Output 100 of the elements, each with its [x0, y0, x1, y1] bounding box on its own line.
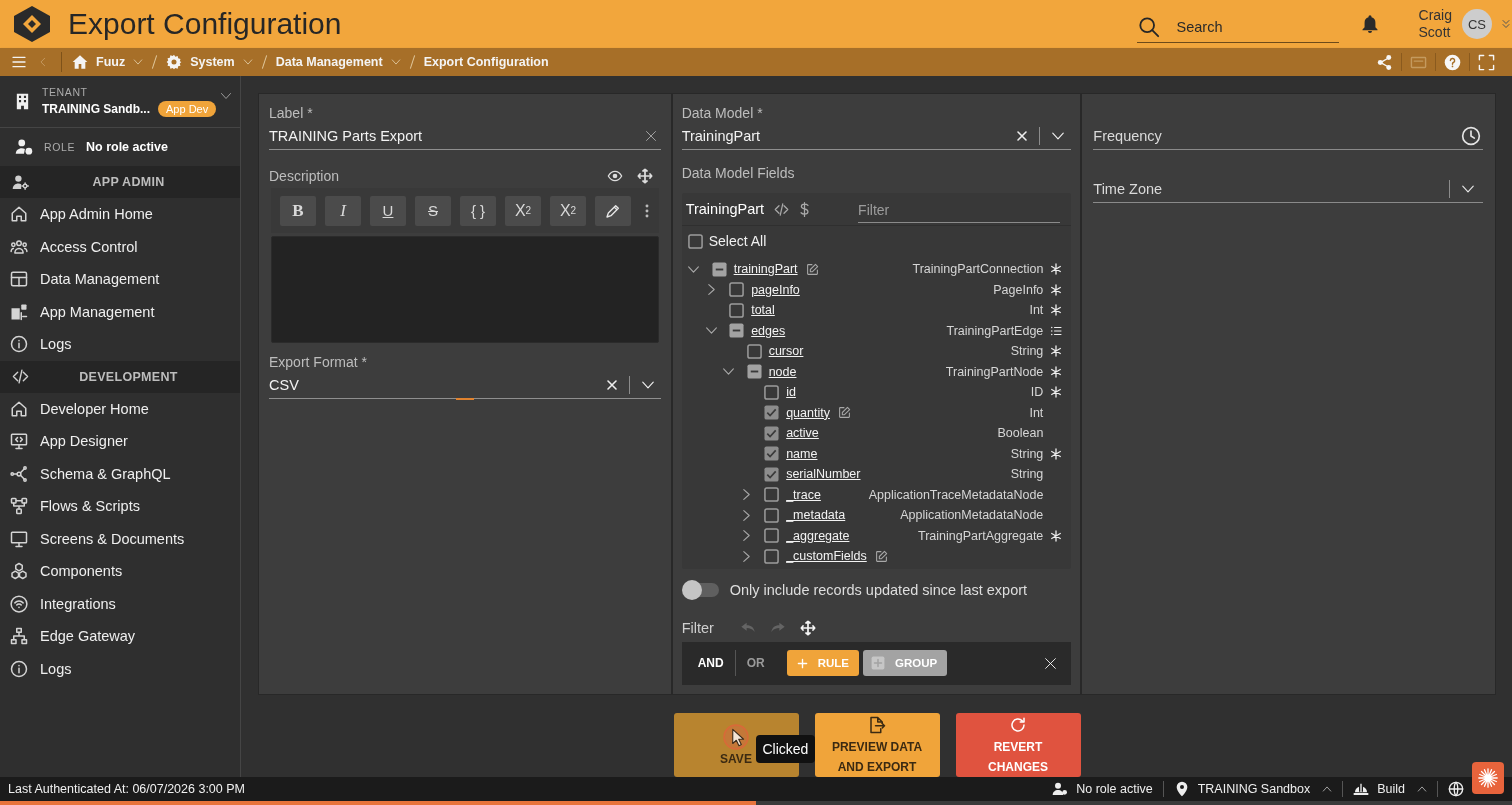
field-name-link[interactable]: name — [786, 446, 818, 461]
sidebar-item[interactable]: Screens & Documents — [0, 522, 240, 555]
italic-button[interactable]: I — [325, 195, 361, 226]
checkbox[interactable] — [687, 233, 703, 249]
field-label: Data Model * — [681, 104, 764, 122]
user-name: Craig Scott — [1418, 7, 1452, 41]
combinator-button[interactable]: OR — [746, 656, 765, 670]
sidebar-item[interactable]: App Management — [0, 295, 240, 328]
preview-export-button[interactable]: PREVIEW DATA AND EXPORT — [814, 713, 940, 777]
field-name-link[interactable]: total — [751, 303, 775, 318]
checkbox[interactable] — [764, 528, 780, 544]
field-name-link[interactable]: _trace — [786, 487, 821, 502]
field-name-link[interactable]: trainingPart — [733, 262, 798, 277]
sidebar-item[interactable]: Integrations — [0, 587, 240, 620]
strike-button[interactable]: S — [415, 195, 451, 226]
building-icon — [14, 93, 31, 110]
sidebar-item[interactable]: Access Control — [0, 230, 240, 263]
chevron-up-icon[interactable] — [1322, 784, 1333, 794]
checkbox[interactable] — [746, 364, 762, 380]
floating-action-button[interactable] — [1472, 762, 1504, 794]
sidebar-item[interactable]: Components — [0, 555, 240, 588]
bold-button[interactable]: B — [280, 195, 316, 226]
color-button[interactable] — [595, 195, 631, 226]
checkbox[interactable] — [746, 343, 762, 359]
data-model-select[interactable]: TrainingPart — [681, 122, 1072, 150]
hexagon-logo — [11, 4, 53, 44]
breadcrumb-link[interactable]: Export Configuration — [423, 55, 549, 69]
search-input[interactable]: Search — [1176, 18, 1339, 35]
sidebar-item[interactable]: Logs — [0, 328, 240, 361]
chevron-down-icon[interactable] — [220, 90, 232, 102]
breadcrumb-link[interactable]: Fuuz — [72, 54, 126, 70]
chevron-up-icon[interactable] — [1417, 784, 1427, 794]
field-name-link[interactable]: pageInfo — [751, 282, 800, 297]
checkbox[interactable] — [764, 548, 780, 564]
fullscreen-icon[interactable] — [1478, 53, 1495, 71]
help-icon[interactable] — [1444, 53, 1461, 71]
field-name-link[interactable]: edges — [751, 323, 786, 338]
starburst-icon — [1478, 768, 1498, 788]
field-name-link[interactable]: serialNumber — [786, 467, 861, 482]
sidebar-item[interactable]: Logs — [0, 652, 240, 685]
checkbox[interactable] — [764, 446, 780, 462]
sidebar-item[interactable]: App Admin Home — [0, 198, 240, 231]
edit-icon[interactable] — [837, 406, 851, 420]
field-name-link[interactable]: _customFields — [786, 549, 867, 564]
status-item-label[interactable]: No role active — [1076, 782, 1153, 796]
edit-icon[interactable] — [874, 549, 888, 563]
status-item-label[interactable]: Build — [1377, 782, 1405, 796]
code-icon[interactable] — [774, 201, 790, 217]
sidebar-item[interactable]: Data Management — [0, 263, 240, 296]
time-zone-input[interactable]: Time Zone — [1093, 180, 1438, 197]
share-icon[interactable] — [1376, 53, 1393, 71]
sidebar-item[interactable]: App Designer — [0, 425, 240, 458]
role-caption: ROLE — [44, 141, 75, 153]
person-icon[interactable] — [1052, 781, 1069, 797]
export-format-select[interactable]: CSV — [269, 371, 661, 399]
checkbox[interactable] — [764, 487, 780, 503]
eye-icon[interactable] — [606, 168, 623, 184]
monitor-icon — [10, 529, 28, 548]
sidebar-item[interactable]: Developer Home — [0, 392, 240, 425]
checkbox[interactable] — [729, 302, 745, 318]
info-icon — [10, 659, 28, 678]
edit-icon[interactable] — [805, 262, 819, 276]
field-name-link[interactable]: _metadata — [786, 508, 846, 523]
breadcrumb-link[interactable]: System — [166, 54, 235, 70]
user-avatar[interactable]: CS — [1462, 9, 1492, 39]
tenant-name[interactable]: TRAINING Sandb... — [42, 102, 150, 116]
select-all-label[interactable]: Select All — [708, 233, 767, 249]
combinator-button[interactable]: AND — [697, 656, 724, 670]
filter-input[interactable]: Filter — [858, 201, 1061, 218]
checkbox[interactable] — [729, 282, 745, 298]
toggle-switch[interactable] — [681, 579, 719, 600]
revert-button[interactable]: REVERT CHANGES — [955, 713, 1081, 777]
checkbox[interactable] — [764, 466, 780, 482]
frequency-input[interactable]: Frequency — [1093, 127, 1453, 144]
checkbox[interactable] — [764, 425, 780, 441]
field-name-link[interactable]: node — [768, 364, 797, 379]
sidebar-item[interactable]: Schema & GraphQL — [0, 457, 240, 490]
field-name-link[interactable]: _aggregate — [786, 528, 850, 543]
globe-icon[interactable] — [1448, 781, 1464, 797]
status-item-label[interactable]: TRAINING Sandbox — [1197, 782, 1311, 796]
field-label: Export Format * — [269, 353, 369, 371]
sidebar-item[interactable]: Flows & Scripts — [0, 490, 240, 523]
label-input[interactable]: TRAINING Parts Export — [269, 127, 637, 144]
sidebar-item[interactable]: Edge Gateway — [0, 620, 240, 653]
checkbox[interactable] — [764, 384, 780, 400]
field-name-link[interactable]: id — [786, 385, 796, 400]
checkbox[interactable] — [764, 507, 780, 523]
menu-icon[interactable] — [11, 54, 27, 70]
checkbox[interactable] — [729, 323, 745, 339]
underline-button[interactable]: U — [370, 195, 406, 226]
code-button[interactable]: { } — [460, 195, 496, 226]
field-name-link[interactable]: quantity — [786, 405, 830, 420]
checkbox[interactable] — [764, 405, 780, 421]
move-icon[interactable] — [636, 168, 653, 184]
breadcrumb-link[interactable]: Data Management — [275, 55, 383, 69]
clock-icon[interactable] — [1461, 125, 1481, 146]
field-name-link[interactable]: active — [786, 426, 819, 441]
field-name-link[interactable]: cursor — [768, 344, 804, 359]
checkbox[interactable] — [711, 261, 727, 277]
hardhat-icon[interactable] — [1353, 781, 1370, 797]
